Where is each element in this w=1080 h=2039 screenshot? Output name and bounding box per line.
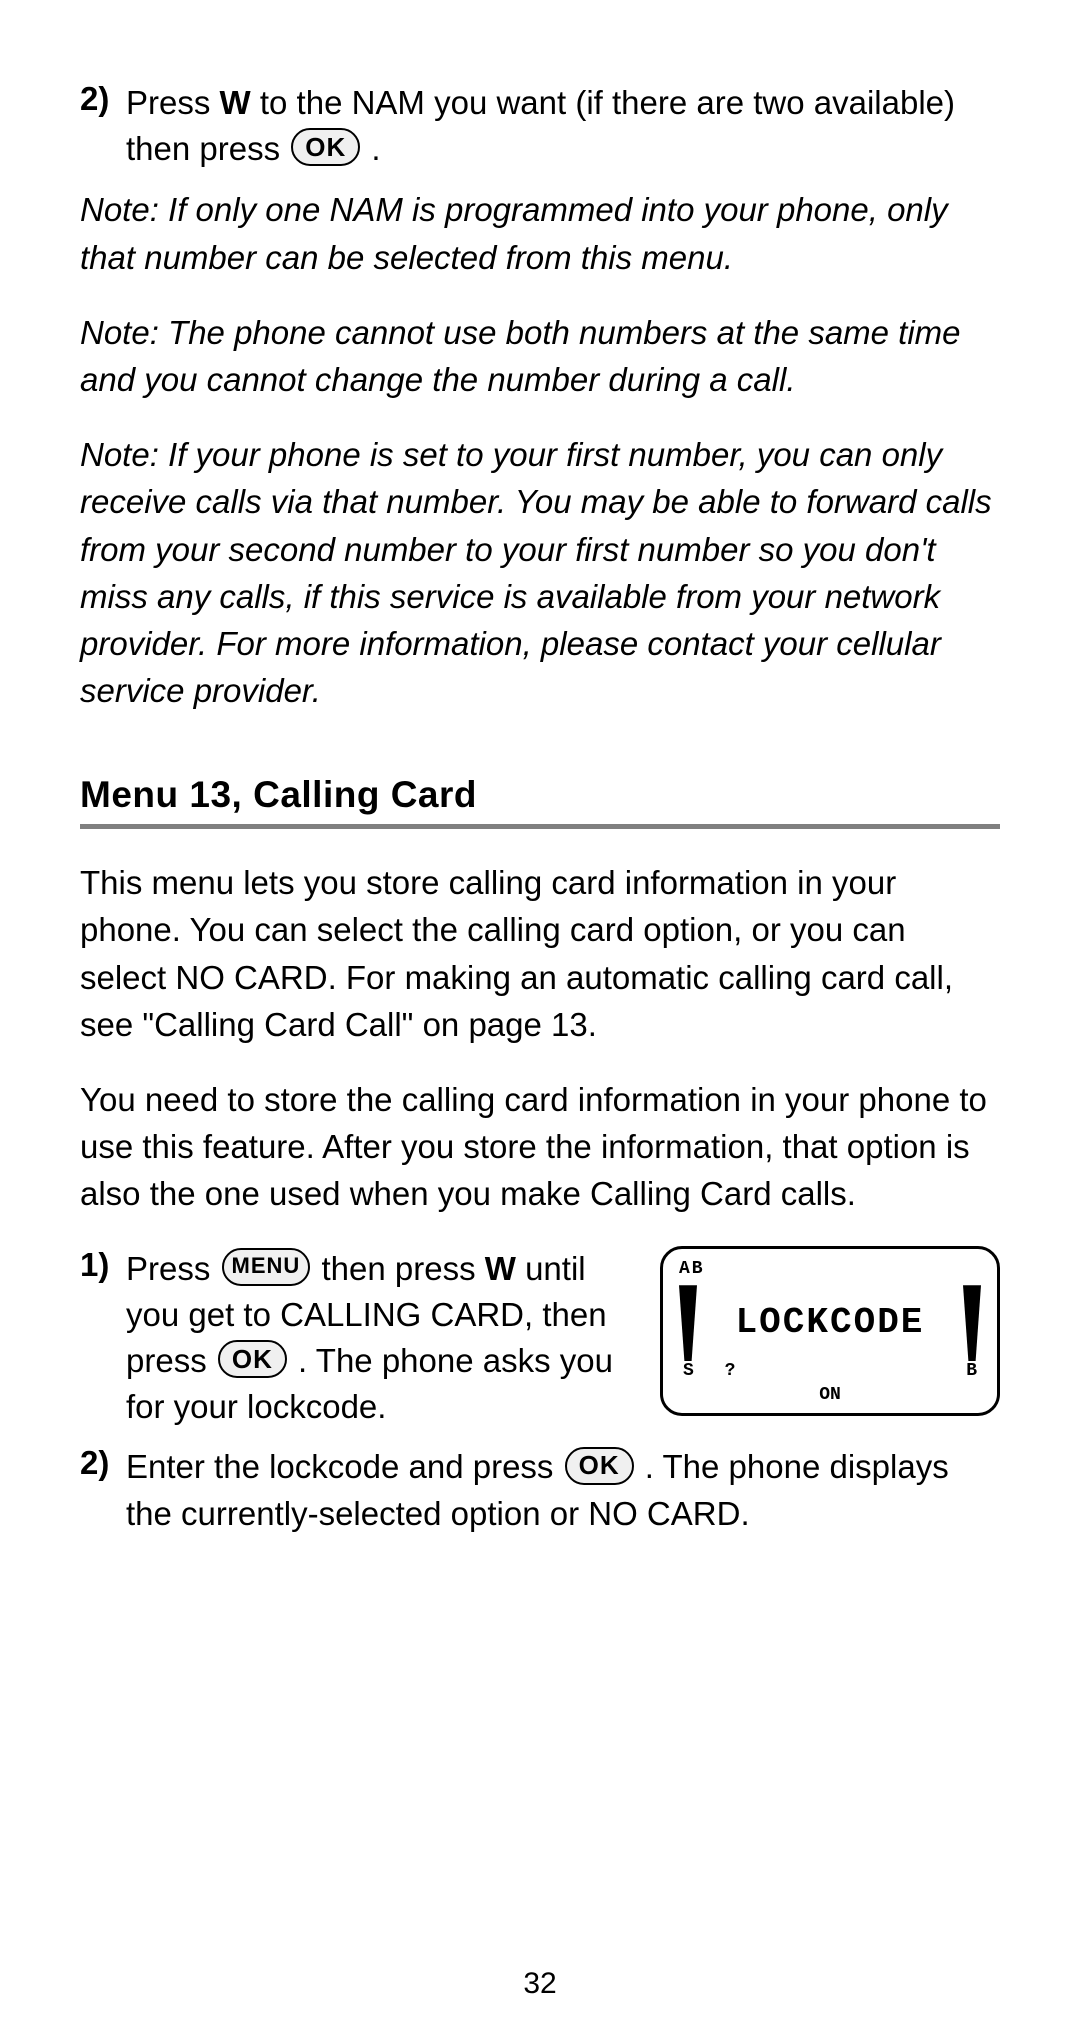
text: then press <box>312 1250 484 1287</box>
text: Enter the lockcode and press <box>126 1448 563 1485</box>
step-2-calling-card: 2) Enter the lockcode and press OK . The… <box>80 1444 1000 1536</box>
step-1-calling-card: 1) Press MENU then press W until you get… <box>80 1246 1000 1431</box>
phone-lcd-icon: AB LOCKCODE S ? B ON <box>660 1246 1000 1416</box>
key-w-ref: W <box>485 1250 516 1287</box>
lcd-question-mark: ? <box>725 1359 736 1384</box>
step-number: 2) <box>80 80 126 118</box>
no-card-text: NO CARD <box>175 959 327 996</box>
paragraph-1: This menu lets you store calling card in… <box>80 859 1000 1048</box>
text: Press <box>126 84 220 121</box>
step-2-nam: 2) Press W to the NAM you want (if there… <box>80 80 1000 172</box>
battery-bar-icon <box>963 1285 981 1361</box>
lcd-s-label: S <box>683 1359 694 1384</box>
signal-bar-icon <box>679 1285 697 1361</box>
ok-key-icon: OK <box>565 1447 634 1485</box>
step-number: 2) <box>80 1444 126 1482</box>
step-body: Enter the lockcode and press OK . The ph… <box>126 1444 1000 1536</box>
note-3: Note: If your phone is set to your first… <box>80 431 1000 714</box>
section-heading: Menu 13, Calling Card <box>80 774 1000 816</box>
text: Press <box>126 1250 220 1287</box>
no-card-text: NO CARD <box>588 1495 740 1532</box>
note-1: Note: If only one NAM is programmed into… <box>80 186 1000 280</box>
ok-key-icon: OK <box>218 1340 287 1378</box>
lcd-on-label: ON <box>819 1383 841 1408</box>
lcd-b-label: B <box>966 1359 977 1384</box>
text: to the NAM you want (if there are two av… <box>126 84 955 167</box>
manual-page: 2) Press W to the NAM you want (if there… <box>0 0 1080 2039</box>
step-body: Press MENU then press W until you get to… <box>126 1246 1000 1431</box>
note-2: Note: The phone cannot use both numbers … <box>80 309 1000 403</box>
heading-rule <box>80 824 1000 829</box>
calling-card-text: CALLING CARD <box>280 1296 524 1333</box>
text: . <box>740 1495 749 1532</box>
step-body: Press W to the NAM you want (if there ar… <box>126 80 1000 172</box>
menu-key-icon: MENU <box>222 1248 311 1286</box>
step-number: 1) <box>80 1246 126 1284</box>
text: . <box>362 130 380 167</box>
paragraph-2: You need to store the calling card infor… <box>80 1076 1000 1218</box>
ok-key-icon: OK <box>291 128 360 166</box>
page-number: 32 <box>0 1967 1080 2001</box>
key-w-ref: W <box>220 84 251 121</box>
lcd-main-text: LOCKCODE <box>736 1298 925 1348</box>
lcd-ab-label: AB <box>679 1257 981 1282</box>
